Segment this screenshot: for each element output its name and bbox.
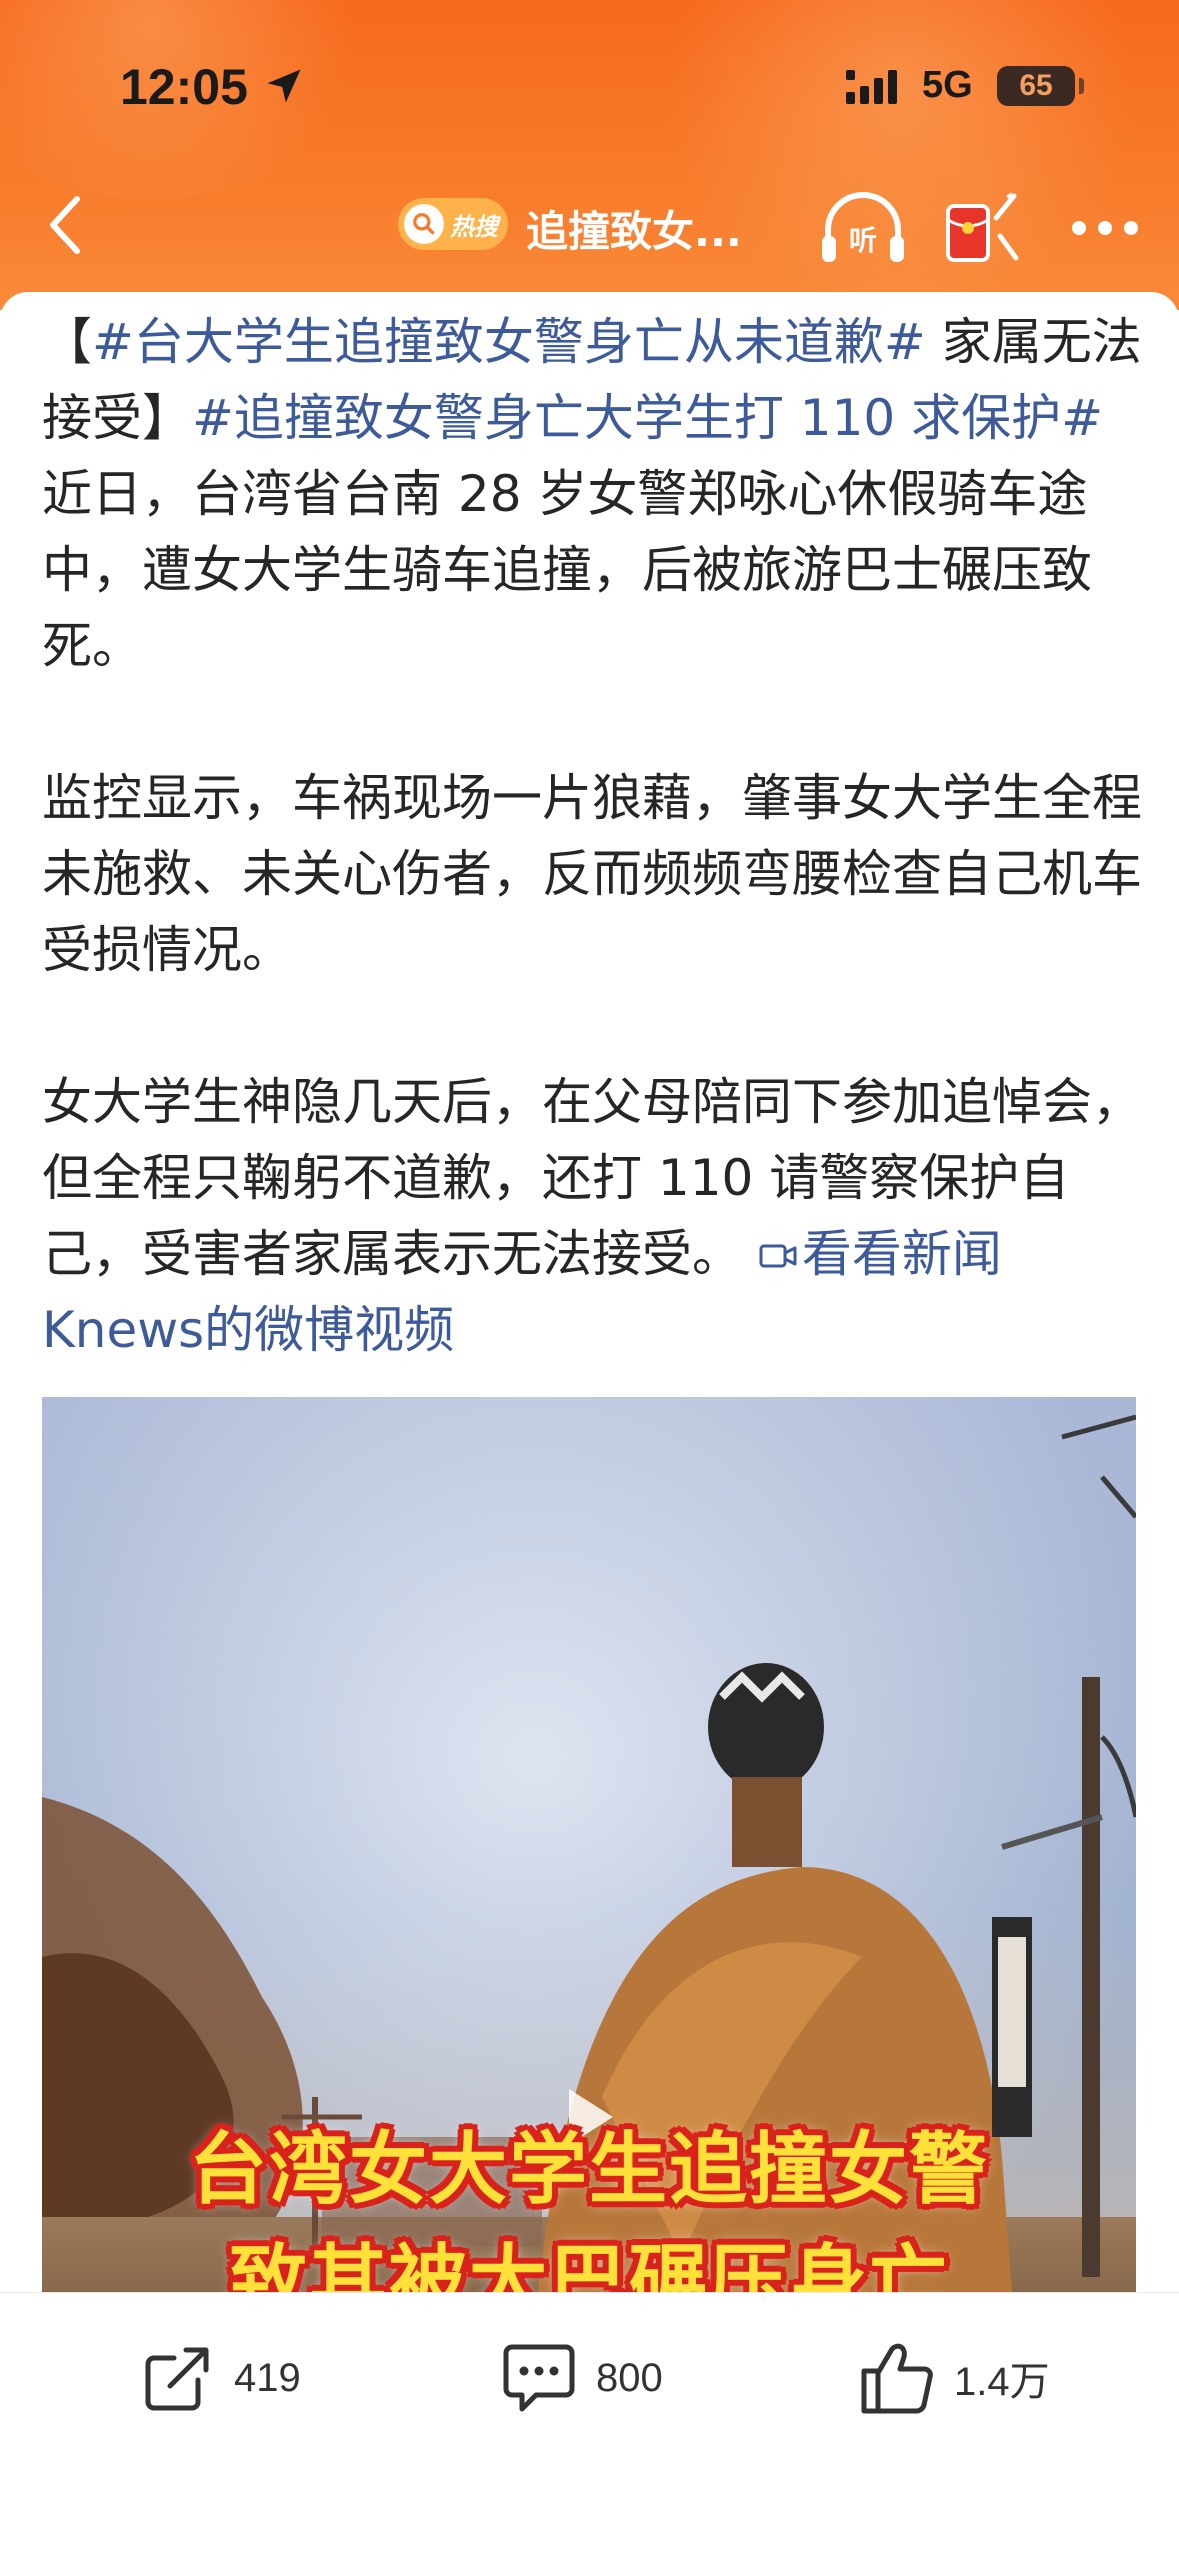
paragraph-3: 女大学生神隐几天后，在父母陪同下参加追悼会，但全程只鞠躬不道歉，还打 110 请… (42, 1064, 1152, 1368)
thumbs-up-icon (861, 2343, 933, 2414)
like-button[interactable]: 1.4万 (858, 2333, 1050, 2423)
signal-icon (846, 70, 897, 104)
red-packet-button[interactable] (940, 188, 1020, 268)
navigation-bar: 热搜 追撞致女... 听 (0, 170, 1179, 280)
paragraph-1: 【#台大学生追撞致女警身亡从未道歉# 家属无法接受】#追撞致女警身亡大学生打 1… (42, 304, 1152, 684)
headphones-icon: 听 (822, 192, 904, 262)
hashtag-link[interactable]: #台大学生追撞致女警身亡从未道歉# (92, 313, 926, 371)
paragraph-2: 监控显示，车祸现场一片狼藉，肇事女大学生全程未施救、未关心伤者，反而频频弯腰检查… (42, 769, 1142, 979)
status-time: 12:05 (120, 59, 248, 115)
more-button[interactable] (1060, 188, 1150, 268)
comment-button[interactable]: 800 (500, 2333, 663, 2423)
network-type: 5G (922, 64, 973, 106)
more-dot-icon (1124, 221, 1138, 235)
listen-label: 听 (849, 224, 877, 257)
location-arrow-icon (267, 69, 301, 103)
post-content: 【#台大学生追撞致女警身亡从未道歉# 家属无法接受】#追撞致女警身亡大学生打 1… (0, 292, 1179, 2427)
more-dot-icon (1072, 221, 1086, 235)
hot-search-badge[interactable]: 热搜 (398, 198, 508, 250)
red-packet-icon (946, 192, 1019, 262)
share-button[interactable]: 419 (140, 2333, 301, 2423)
status-bar: 12:05 5G 65 (0, 0, 1179, 150)
search-icon (404, 204, 444, 244)
battery-icon: 65 (997, 66, 1075, 106)
video-player[interactable]: 台湾女大学生追撞女警 致其被大巴碾压身亡 (42, 1397, 1136, 2427)
battery-cap (1079, 78, 1084, 94)
comment-count: 800 (596, 2355, 663, 2400)
hot-search-label: 热搜 (450, 212, 498, 241)
like-count: 1.4万 (954, 2360, 1050, 2404)
video-caption-line1: 台湾女大学生追撞女警 (188, 2125, 989, 2215)
battery-level: 65 (1019, 69, 1053, 102)
chevron-left-icon (50, 196, 80, 254)
post-body: 【#台大学生追撞致女警身亡从未道歉# 家属无法接受】#追撞致女警身亡大学生打 1… (42, 304, 1152, 1368)
page-title[interactable]: 追撞致女... (526, 198, 742, 259)
hashtag-link[interactable]: #追撞致女警身亡大学生打 110 求保护# (192, 389, 1103, 447)
share-icon (145, 2347, 209, 2411)
bracket-open: 【 (42, 313, 92, 371)
paragraph-text: 近日，台湾省台南 28 岁女警郑咏心休假骑车途中，遭女大学生骑车追撞，后被旅游巴… (42, 465, 1092, 675)
more-dot-icon (1098, 221, 1112, 235)
comment-icon (503, 2344, 575, 2412)
bottom-action-bar: 419 800 1.4万 (0, 2292, 1179, 2556)
back-button[interactable] (30, 190, 100, 260)
share-count: 419 (234, 2355, 301, 2400)
listen-button[interactable]: 听 (818, 188, 908, 268)
video-camera-icon (759, 1244, 797, 1268)
